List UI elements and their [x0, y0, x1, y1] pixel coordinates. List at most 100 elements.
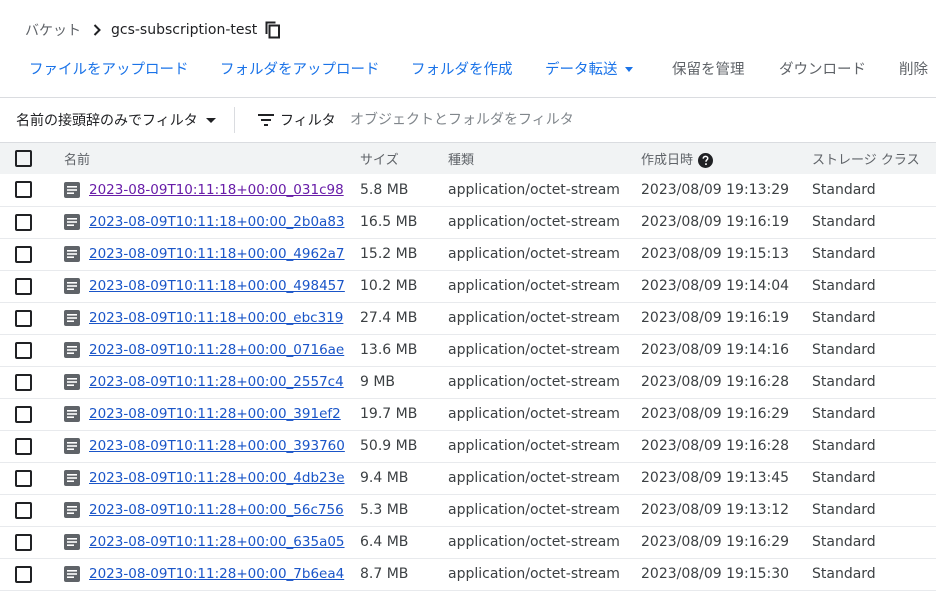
breadcrumb-buckets-link[interactable]: バケット: [25, 20, 81, 40]
object-name-link[interactable]: 2023-08-09T10:11:28+00:00_2557c4: [89, 374, 344, 390]
row-checkbox[interactable]: [15, 309, 32, 327]
transfer-data-dropdown[interactable]: データ転送: [545, 56, 633, 84]
object-type: application/octet-stream: [448, 310, 620, 326]
object-created: 2023/08/09 19:16:28: [641, 438, 790, 454]
filter-objects-input[interactable]: [350, 108, 910, 132]
column-header-created[interactable]: 作成日時: [641, 143, 812, 174]
file-icon: [64, 342, 82, 358]
object-size: 5.8 MB: [360, 181, 409, 198]
caret-down-icon: [205, 117, 216, 123]
row-checkbox[interactable]: [15, 181, 32, 199]
object-size: 16.5 MB: [360, 214, 418, 230]
object-storage-class: Standard: [812, 438, 876, 454]
object-size: 15.2 MB: [360, 246, 418, 262]
object-storage-class: Standard: [812, 342, 876, 358]
row-checkbox[interactable]: [15, 213, 32, 231]
row-checkbox[interactable]: [15, 277, 32, 295]
object-name-link[interactable]: 2023-08-09T10:11:18+00:00_031c98: [89, 182, 344, 198]
row-checkbox[interactable]: [15, 533, 32, 551]
object-size: 27.4 MB: [360, 310, 418, 326]
table-row[interactable]: 2023-08-09T10:11:18+00:00_4962a7 15.2 MB a…: [0, 238, 936, 270]
row-checkbox[interactable]: [15, 565, 32, 583]
file-icon: [64, 502, 82, 518]
object-created: 2023/08/09 19:14:04: [641, 278, 790, 294]
table-row[interactable]: 2023-08-09T10:11:18+00:00_031c98 5.8 MB ap…: [0, 174, 936, 206]
file-icon: [64, 406, 82, 422]
upload-folder-button[interactable]: フォルダをアップロード: [220, 56, 380, 84]
table-row[interactable]: 2023-08-09T10:11:28+00:00_2557c4 9 MB appl…: [0, 366, 936, 398]
manage-holds-button[interactable]: 保留を管理: [672, 56, 745, 84]
object-name-link[interactable]: 2023-08-09T10:11:28+00:00_393760: [89, 438, 345, 454]
objects-table: 名前 サイズ 種類 作成日時 ストレージ クラス 2023-08-09T10:1…: [0, 143, 936, 591]
table-row[interactable]: 2023-08-09T10:11:18+00:00_ebc319 27.4 MB a…: [0, 302, 936, 334]
object-name-link[interactable]: 2023-08-09T10:11:28+00:00_635a05: [89, 534, 345, 550]
file-icon: [64, 438, 82, 454]
copy-icon[interactable]: [265, 21, 281, 39]
file-icon: [64, 278, 82, 294]
object-name-link[interactable]: 2023-08-09T10:11:28+00:00_7b6ea4: [89, 566, 344, 582]
row-checkbox[interactable]: [15, 341, 32, 359]
caret-down-icon: [624, 66, 633, 72]
column-header-name[interactable]: 名前: [64, 143, 360, 174]
filter-label: フィルタ: [280, 113, 336, 129]
table-row[interactable]: 2023-08-09T10:11:28+00:00_635a05 6.4 MB ap…: [0, 526, 936, 558]
object-size: 5.3 MB: [360, 502, 409, 518]
file-icon: [64, 534, 82, 550]
object-type: application/octet-stream: [448, 566, 620, 582]
object-storage-class: Standard: [812, 310, 876, 326]
download-button[interactable]: ダウンロード: [779, 56, 866, 84]
object-name-link[interactable]: 2023-08-09T10:11:18+00:00_ebc319: [89, 310, 343, 326]
row-checkbox[interactable]: [15, 245, 32, 263]
row-checkbox[interactable]: [15, 437, 32, 455]
object-size: 8.7 MB: [360, 566, 409, 582]
row-checkbox[interactable]: [15, 501, 32, 519]
object-name-link[interactable]: 2023-08-09T10:11:28+00:00_0716ae: [89, 342, 344, 358]
object-type: application/octet-stream: [448, 470, 620, 486]
prefix-filter-dropdown[interactable]: 名前の接頭辞のみでフィルタ: [16, 98, 216, 142]
table-header-row: 名前 サイズ 種類 作成日時 ストレージ クラス: [0, 143, 936, 174]
object-name-link[interactable]: 2023-08-09T10:11:28+00:00_56c756: [89, 502, 344, 518]
object-storage-class: Standard: [812, 181, 876, 198]
object-storage-class: Standard: [812, 502, 876, 518]
filter-button[interactable]: フィルタ: [258, 98, 336, 142]
object-created: 2023/08/09 19:15:13: [641, 246, 790, 262]
table-row[interactable]: 2023-08-09T10:11:28+00:00_391ef2 19.7 MB a…: [0, 398, 936, 430]
object-created: 2023/08/09 19:14:16: [641, 342, 790, 358]
create-folder-button[interactable]: フォルダを作成: [411, 56, 513, 84]
object-size: 19.7 MB: [360, 406, 418, 422]
object-size: 13.6 MB: [360, 342, 418, 358]
filter-bar: 名前の接頭辞のみでフィルタ フィルタ: [0, 98, 936, 142]
delete-button[interactable]: 削除: [899, 56, 928, 84]
row-checkbox[interactable]: [15, 405, 32, 423]
object-storage-class: Standard: [812, 406, 876, 422]
object-name-link[interactable]: 2023-08-09T10:11:18+00:00_498457: [89, 278, 345, 294]
object-name-link[interactable]: 2023-08-09T10:11:28+00:00_391ef2: [89, 406, 341, 422]
object-created: 2023/08/09 19:13:12: [641, 502, 790, 518]
help-icon[interactable]: [698, 153, 714, 168]
column-header-type[interactable]: 種類: [448, 143, 641, 174]
table-row[interactable]: 2023-08-09T10:11:18+00:00_498457 10.2 MB a…: [0, 270, 936, 302]
file-icon: [64, 181, 82, 198]
chevron-right-icon: [93, 24, 101, 36]
column-header-size[interactable]: サイズ: [360, 143, 448, 174]
object-name-link[interactable]: 2023-08-09T10:11:18+00:00_4962a7: [89, 246, 345, 262]
object-created: 2023/08/09 19:16:19: [641, 310, 790, 326]
table-row[interactable]: 2023-08-09T10:11:18+00:00_2b0a83 16.5 MB a…: [0, 206, 936, 238]
object-name-link[interactable]: 2023-08-09T10:11:18+00:00_2b0a83: [89, 214, 345, 230]
object-storage-class: Standard: [812, 374, 876, 390]
row-checkbox[interactable]: [15, 373, 32, 391]
table-row[interactable]: 2023-08-09T10:11:28+00:00_7b6ea4 8.7 MB ap…: [0, 558, 936, 590]
column-header-storage-class[interactable]: ストレージ クラス: [812, 143, 936, 174]
table-row[interactable]: 2023-08-09T10:11:28+00:00_0716ae 13.6 MB a…: [0, 334, 936, 366]
table-row[interactable]: 2023-08-09T10:11:28+00:00_56c756 5.3 MB ap…: [0, 494, 936, 526]
object-name-link[interactable]: 2023-08-09T10:11:28+00:00_4db23e: [89, 470, 345, 486]
upload-files-button[interactable]: ファイルをアップロード: [29, 56, 189, 84]
file-icon: [64, 566, 82, 582]
table-row[interactable]: 2023-08-09T10:11:28+00:00_393760 50.9 MB a…: [0, 430, 936, 462]
select-all-checkbox[interactable]: [15, 150, 32, 167]
prefix-filter-label: 名前の接頭辞のみでフィルタ: [16, 113, 198, 129]
file-icon: [64, 246, 82, 262]
row-checkbox[interactable]: [15, 469, 32, 487]
table-row[interactable]: 2023-08-09T10:11:28+00:00_4db23e 9.4 MB ap…: [0, 462, 936, 494]
object-created: 2023/08/09 19:16:28: [641, 374, 790, 390]
